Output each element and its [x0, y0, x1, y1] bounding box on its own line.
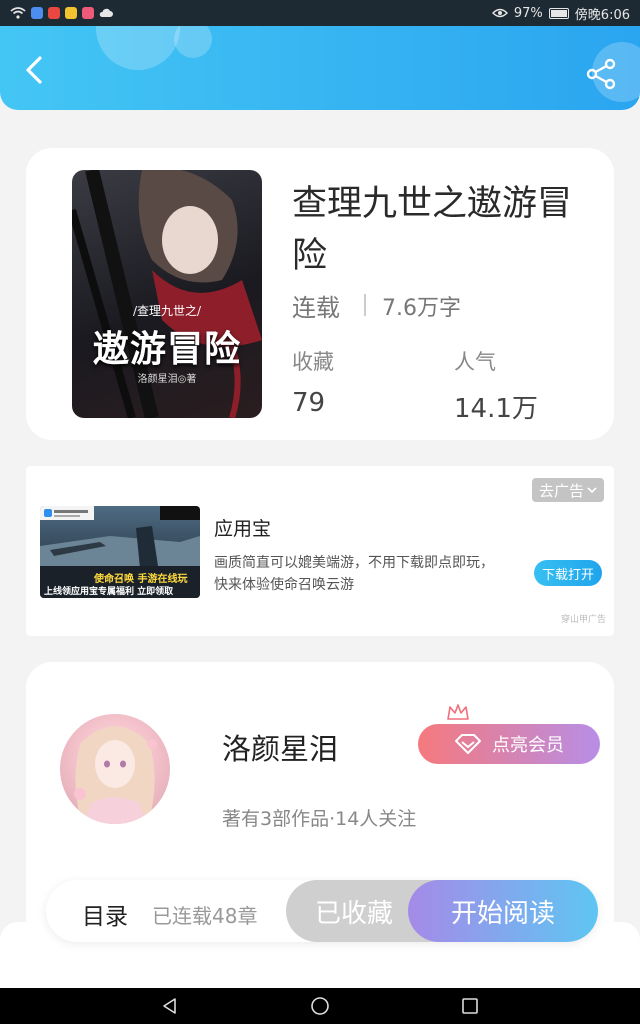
ad-app-name: 应用宝	[214, 518, 272, 540]
author-stats: 著有3部作品·14人关注	[222, 808, 417, 830]
crown-icon	[447, 704, 469, 720]
collected-label: 已收藏	[314, 898, 393, 929]
back-button[interactable]	[18, 54, 50, 86]
cloud-icon	[99, 8, 113, 17]
notification-app-icon-3	[65, 7, 77, 19]
cover-subtitle: /查理九世之/	[132, 304, 202, 318]
system-nav-bar	[0, 988, 640, 1024]
ad-description: 画质简直可以媲美端游，不用下载即点即玩，快来体验使命召唤云游	[214, 555, 494, 593]
favorites-count: 79	[292, 388, 326, 418]
chapter-count: 已连载48章	[152, 904, 258, 928]
notification-app-icon-2	[48, 7, 60, 19]
home-circle-icon[interactable]	[310, 996, 330, 1016]
ad-image-promo: 上线领应用宝专属福利 立即领取	[44, 587, 174, 597]
table-of-contents-button[interactable]: 目录	[82, 897, 128, 931]
wifi-icon	[10, 7, 26, 19]
word-count: 7.6万字	[382, 296, 461, 321]
author-avatar[interactable]	[60, 714, 170, 824]
share-button[interactable]	[586, 58, 618, 90]
status-icons	[10, 7, 113, 19]
book-info-card: /查理九世之/ 遨游冒险 洛颜星泪◎著 查理九世之遨游冒险 连载 7.6万字 收…	[26, 148, 614, 440]
share-icon	[586, 58, 616, 90]
recents-square-icon[interactable]	[460, 996, 480, 1016]
ad-source-label: 穿山甲广告	[560, 615, 606, 625]
popularity-label: 人气	[454, 350, 496, 374]
status-bar: 97% 傍晚6:06	[0, 0, 640, 26]
header	[0, 26, 640, 110]
back-triangle-icon[interactable]	[160, 996, 180, 1016]
avatar-artwork	[74, 726, 157, 824]
remove-ad-button[interactable]: 去广告	[532, 478, 604, 502]
favorites-label: 收藏	[292, 350, 334, 374]
status-right: 97% 傍晚6:06	[491, 4, 630, 23]
chevron-down-icon	[587, 487, 597, 494]
activate-vip-button[interactable]: 点亮会员	[418, 724, 600, 764]
eye-icon	[491, 8, 508, 18]
divider	[364, 294, 366, 316]
ad-image[interactable]: 使命召唤 手游在线玩 上线领应用宝专属福利 立即领取	[40, 506, 200, 598]
decor-bubble	[174, 26, 212, 58]
notification-app-icon-1	[31, 7, 43, 19]
serial-status: 连载	[292, 294, 340, 322]
battery-percent: 97%	[513, 5, 543, 21]
remove-ad-label: 去广告	[538, 481, 584, 500]
cover-author: 洛颜星泪◎著	[137, 374, 197, 385]
book-cover[interactable]: /查理九世之/ 遨游冒险 洛颜星泪◎著	[72, 170, 262, 418]
bottom-action-bar: 目录 已连载48章 已收藏 开始阅读	[46, 880, 598, 942]
notification-app-icon-4	[82, 7, 94, 19]
start-reading-button[interactable]: 开始阅读	[408, 880, 598, 942]
battery-level	[550, 9, 567, 17]
vip-label: 点亮会员	[492, 735, 564, 756]
download-open-button[interactable]: 下载打开	[534, 560, 602, 586]
author-name: 洛颜星泪	[222, 732, 339, 766]
battery-icon	[548, 7, 569, 19]
clock: 傍晚6:06	[574, 7, 630, 23]
popularity-count: 14.1万	[454, 394, 538, 424]
decor-bubble	[96, 26, 180, 70]
chevron-left-icon	[26, 56, 42, 84]
book-title: 查理九世之遨游冒险	[292, 184, 573, 276]
ad-banner[interactable]: 去广告 使命召唤 手游在线玩 上线领应用宝专属福利 立即领取 应用宝 画质简直可…	[26, 466, 614, 636]
diamond-icon	[455, 734, 481, 754]
cover-title: 遨游冒险	[92, 328, 241, 370]
ad-image-caption: 使命召唤 手游在线玩	[94, 574, 188, 585]
